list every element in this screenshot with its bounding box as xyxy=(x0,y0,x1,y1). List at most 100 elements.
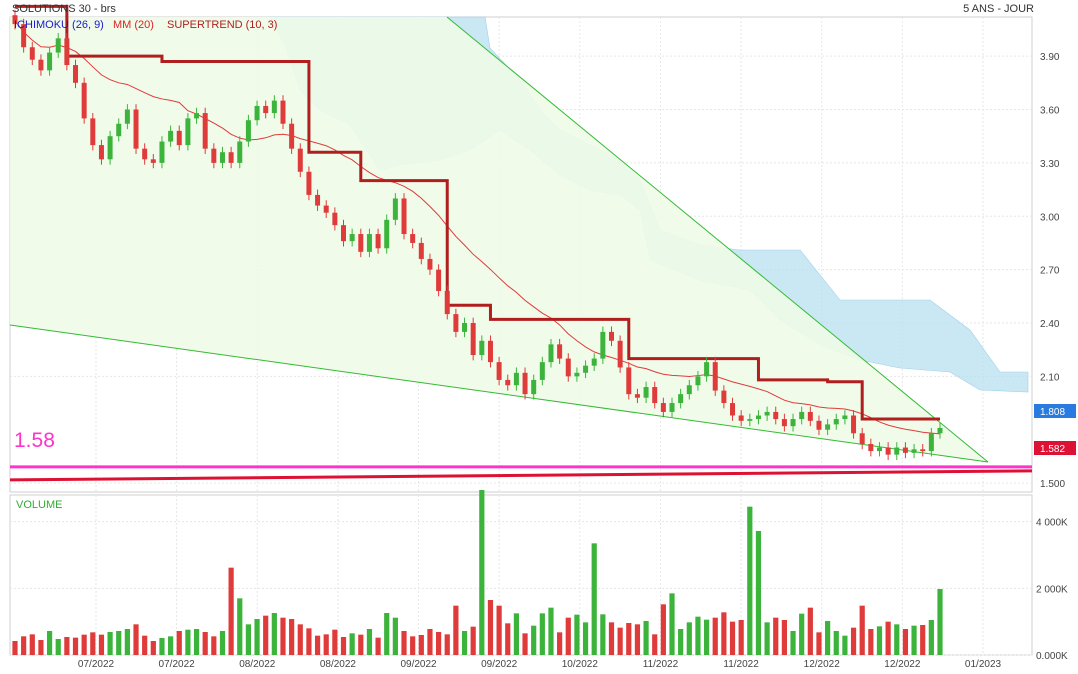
candle-body-68 xyxy=(600,331,606,359)
candle-body-15 xyxy=(142,148,148,160)
volume-bar-33 xyxy=(297,624,303,655)
volume-bar-26 xyxy=(237,598,243,655)
y-tick-label-4: 2.70 xyxy=(1040,266,1060,277)
y-axis: 3.90 3.60 3.30 3.00 2.70 2.40 2.10 1.500 xyxy=(1040,52,1065,490)
legend-ichimoku[interactable]: ICHIMOKU (26, 9) xyxy=(14,19,104,31)
candle-body-37 xyxy=(332,212,338,226)
candle-body-70 xyxy=(617,340,623,368)
volume-bar-12 xyxy=(116,631,122,655)
volume-bar-71 xyxy=(626,623,632,655)
volume-bar-18 xyxy=(168,636,174,655)
candle-body-84 xyxy=(738,415,744,421)
volume-bar-44 xyxy=(392,617,398,655)
volume-bar-76 xyxy=(669,593,675,655)
candle-body-46 xyxy=(410,234,416,243)
candle-body-19 xyxy=(176,130,182,146)
volume-bar-4 xyxy=(46,631,53,655)
candle-body-65 xyxy=(574,372,580,377)
candle-body-93 xyxy=(816,420,822,430)
candle-body-88 xyxy=(773,411,779,420)
candle-body-50 xyxy=(444,290,450,315)
x-tick-label-9: 12/2022 xyxy=(804,659,841,670)
candle-body-57 xyxy=(505,379,511,386)
candle-body-61 xyxy=(539,362,545,380)
candle-body-75 xyxy=(660,403,666,412)
volume-bar-31 xyxy=(280,617,286,655)
volume-bar-88 xyxy=(773,617,779,655)
candle-body-82 xyxy=(721,390,727,404)
volume-bar-91 xyxy=(799,613,805,655)
candle-body-94 xyxy=(825,424,831,430)
volume-bar-32 xyxy=(289,619,295,655)
candle-body-20 xyxy=(185,118,191,146)
candle-body-21 xyxy=(194,113,200,119)
volume-bar-105 xyxy=(920,625,926,655)
candle-body-64 xyxy=(565,358,571,377)
x-tick-label-4: 09/2022 xyxy=(400,659,437,670)
volume-bar-48 xyxy=(427,629,433,655)
candle-body-53 xyxy=(470,322,476,356)
volume-bar-82 xyxy=(721,612,727,655)
support-price-value: 1.582 xyxy=(1040,444,1065,455)
candle-body-55 xyxy=(487,340,493,363)
candle-body-105 xyxy=(920,449,926,452)
candle-body-23 xyxy=(211,148,217,163)
candle-body-73 xyxy=(643,387,649,398)
candle-body-11 xyxy=(107,136,113,160)
candle-body-79 xyxy=(695,376,701,386)
volume-bar-89 xyxy=(781,620,787,655)
volume-bar-5 xyxy=(55,639,61,655)
volume-bar-92 xyxy=(807,607,813,655)
volume-bar-73 xyxy=(643,621,649,655)
candle-body-36 xyxy=(323,205,329,213)
support-annotation: 1.58 xyxy=(14,429,55,452)
candle-body-10 xyxy=(98,145,104,160)
candle-body-51 xyxy=(453,314,459,332)
volume-bar-45 xyxy=(401,631,407,655)
volume-bar-25 xyxy=(228,567,234,655)
volume-bar-61 xyxy=(539,613,545,655)
y-tick-label-0: 3.90 xyxy=(1040,52,1060,63)
volume-bar-24 xyxy=(219,631,226,655)
volume-bar-66 xyxy=(582,622,589,655)
volume-bar-72 xyxy=(634,624,641,655)
candle-body-107 xyxy=(937,427,943,434)
chart-canvas: 3.90 3.60 3.30 3.00 2.70 2.40 2.10 1.500 4 000K… xyxy=(9,3,1076,670)
volume-bar-97 xyxy=(850,627,857,655)
candle-body-104 xyxy=(911,449,917,453)
volume-bar-2 xyxy=(29,634,35,655)
candle-body-33 xyxy=(297,148,303,172)
volume-bar-27 xyxy=(245,624,252,655)
candle-body-8 xyxy=(81,82,87,119)
candle-body-62 xyxy=(548,344,554,363)
candle-body-58 xyxy=(513,372,519,386)
volume-bar-35 xyxy=(314,635,321,655)
x-tick-label-7: 11/2022 xyxy=(643,659,679,670)
candle-body-92 xyxy=(807,411,813,421)
candle-body-91 xyxy=(799,411,805,420)
volume-bar-7 xyxy=(72,637,79,655)
legend-supertrend[interactable]: SUPERTREND (10, 3) xyxy=(167,19,277,31)
candle-body-47 xyxy=(418,242,424,259)
volume-bar-39 xyxy=(349,633,355,655)
volume-bar-93 xyxy=(816,632,822,655)
y-tick-label-5: 2.40 xyxy=(1040,319,1060,330)
volume-y-tick-label-2: 0.000K xyxy=(1036,651,1068,662)
volume-bar-42 xyxy=(375,637,381,655)
volume-bar-47 xyxy=(418,635,424,655)
volume-bar-78 xyxy=(686,622,692,655)
volume-bar-40 xyxy=(358,634,364,655)
x-tick-label-0: 07/2022 xyxy=(78,659,115,670)
volume-bar-56 xyxy=(496,605,502,655)
candle-body-40 xyxy=(358,234,364,252)
legend-mm[interactable]: MM (20) xyxy=(113,19,154,31)
volume-bar-1 xyxy=(21,636,27,655)
x-tick-label-10: 12/2022 xyxy=(884,659,921,670)
chart-title: SOLUTIONS 30 - brs xyxy=(12,3,116,15)
candle-body-32 xyxy=(289,123,295,149)
candle-body-9 xyxy=(90,118,96,146)
period-label[interactable]: 5 ANS - JOUR xyxy=(963,3,1034,15)
candle-body-89 xyxy=(781,419,787,427)
volume-bar-86 xyxy=(755,531,762,655)
volume-bar-3 xyxy=(38,640,44,655)
